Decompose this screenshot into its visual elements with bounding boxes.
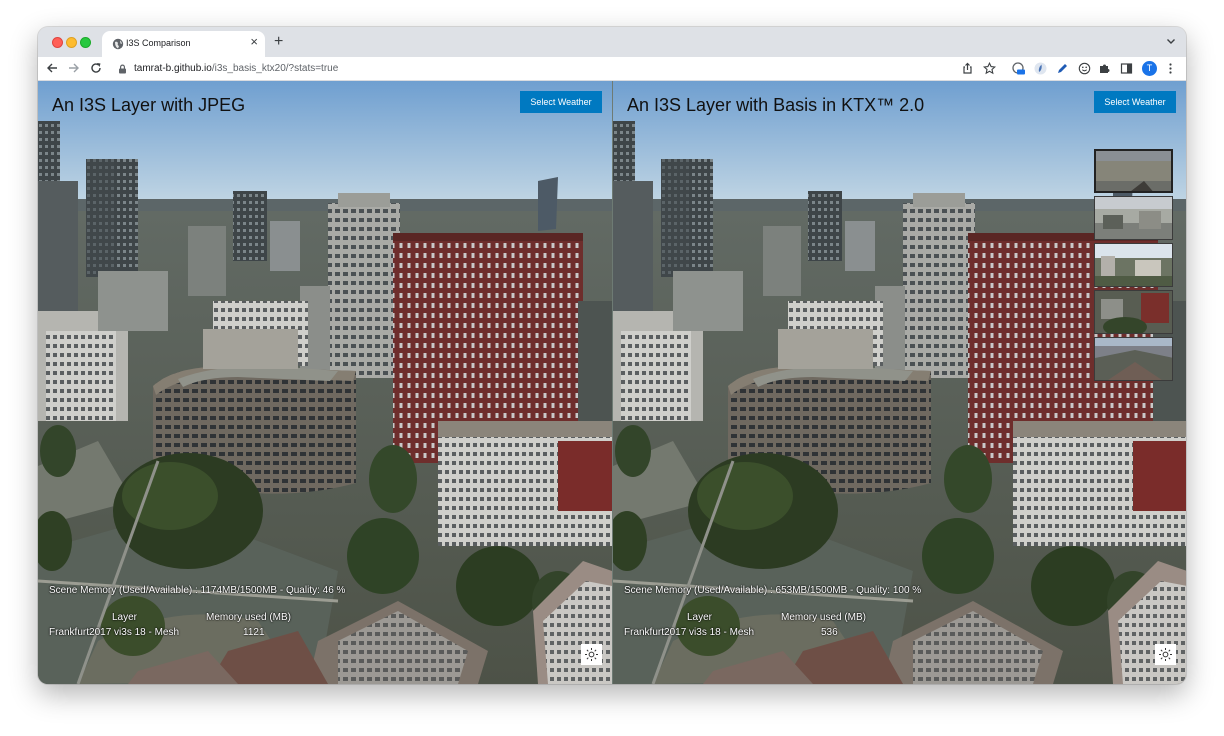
weather-option-sunny[interactable] [1094, 149, 1173, 193]
bookmark-star-icon[interactable] [983, 62, 996, 75]
daylight-button[interactable] [581, 644, 602, 665]
weather-thumbnail [1096, 151, 1171, 191]
view-title: An I3S Layer with Basis in KTX™ 2.0 [627, 95, 925, 115]
close-tab-icon[interactable]: × [250, 35, 258, 49]
browser-window: I3S Comparison × + tamrat-b.github.io/i3… [38, 27, 1186, 684]
jpeg-scene-view[interactable]: An I3S Layer with JPEG Select Weather Sc… [38, 81, 612, 684]
stats-row-layer: Frankfurt2017 vi3s 18 - Mesh [49, 627, 180, 638]
puzzle-icon[interactable] [1098, 62, 1111, 75]
lock-icon[interactable] [118, 64, 127, 74]
stats-row-memory: 1121 [243, 627, 265, 638]
chevron-down-icon[interactable] [1166, 36, 1176, 46]
close-window-button[interactable] [52, 37, 63, 48]
basis-ktx2-scene-view[interactable]: An I3S Layer with Basis in KTX™ 2.0 Sele… [612, 81, 1186, 684]
tab-title: I3S Comparison [126, 38, 191, 48]
stats-header-layer: Layer [687, 612, 713, 623]
minimize-window-button[interactable] [66, 37, 77, 48]
weather-option-foggy[interactable] [1094, 337, 1173, 381]
tab-strip: I3S Comparison × + [38, 27, 1186, 57]
weather-thumbnail [1095, 197, 1172, 239]
new-tab-button[interactable]: + [274, 32, 283, 52]
daylight-button[interactable] [1155, 644, 1176, 665]
browser-tab[interactable]: I3S Comparison × [102, 31, 265, 57]
address-bar[interactable]: tamrat-b.github.io/i3s_basis_ktx20/?stat… [108, 59, 1008, 79]
more-menu-icon[interactable] [1164, 62, 1177, 75]
select-weather-button[interactable]: Select Weather [1094, 91, 1176, 113]
browser-toolbar: tamrat-b.github.io/i3s_basis_ktx20/?stat… [38, 57, 1186, 81]
view-title: An I3S Layer with JPEG [52, 95, 246, 115]
weather-thumbnail [1095, 291, 1172, 333]
weather-option-cloudy[interactable] [1094, 196, 1173, 240]
stats-header-memory: Memory used (MB) [206, 612, 292, 623]
smiley-icon[interactable] [1078, 62, 1091, 75]
extension-drop-icon[interactable] [1034, 62, 1047, 75]
pen-icon[interactable] [1056, 62, 1069, 75]
weather-options-panel [1094, 149, 1173, 384]
stats-header-layer: Layer [112, 612, 138, 623]
scene-memory-stats: Scene Memory (Used/Available) : 1174MB/1… [49, 585, 346, 596]
stats-header-memory: Memory used (MB) [781, 612, 867, 623]
profile-avatar[interactable]: T [1142, 61, 1157, 76]
comparison-viewport: An I3S Layer with JPEG Select Weather Sc… [38, 81, 1186, 684]
url-host: tamrat-b.github.io [134, 63, 212, 74]
weather-option-rainy[interactable] [1094, 243, 1173, 287]
scene-memory-stats: Scene Memory (Used/Available) : 653MB/15… [624, 585, 922, 596]
stats-row-layer: Frankfurt2017 vi3s 18 - Mesh [624, 627, 755, 638]
globe-icon [112, 38, 124, 50]
extension-off-icon[interactable] [1012, 62, 1025, 75]
maximize-window-button[interactable] [80, 37, 91, 48]
share-icon[interactable] [961, 62, 974, 75]
stats-row-memory: 536 [821, 627, 838, 638]
sidebar-icon[interactable] [1120, 62, 1133, 75]
forward-arrow-icon[interactable] [67, 61, 81, 75]
url-path: /i3s_basis_ktx20/?stats=true [211, 63, 339, 74]
weather-option-snowy[interactable] [1094, 290, 1173, 334]
weather-thumbnail [1095, 244, 1172, 286]
url-text[interactable]: tamrat-b.github.io/i3s_basis_ktx20/?stat… [134, 63, 338, 74]
sun-icon [1159, 648, 1172, 661]
select-weather-button[interactable]: Select Weather [520, 91, 602, 113]
reload-icon[interactable] [89, 61, 103, 75]
back-arrow-icon[interactable] [45, 61, 59, 75]
weather-thumbnail [1095, 338, 1172, 380]
sun-icon [585, 648, 598, 661]
